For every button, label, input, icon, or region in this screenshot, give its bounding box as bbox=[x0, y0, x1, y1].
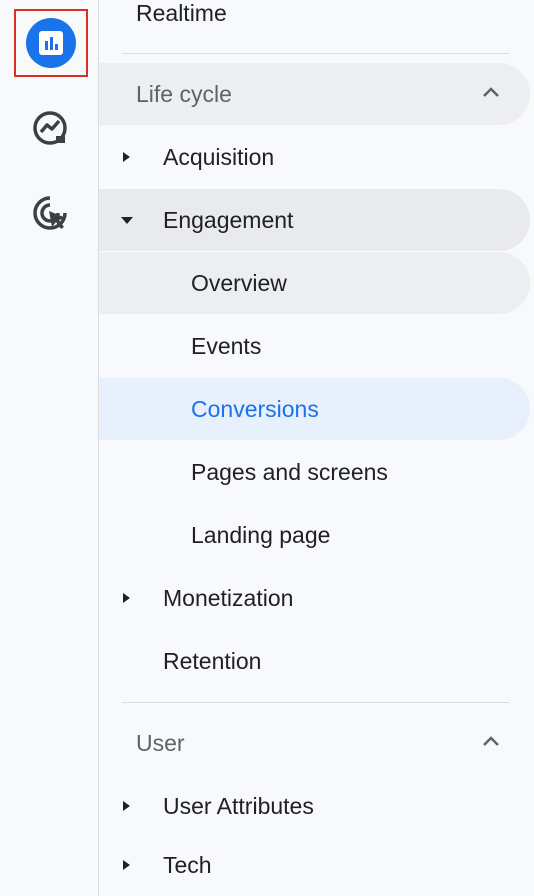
advertising-rail-button[interactable] bbox=[15, 182, 85, 244]
pages-and-screens-label: Pages and screens bbox=[191, 458, 388, 485]
divider bbox=[122, 53, 509, 54]
section-life-cycle[interactable]: Life cycle bbox=[99, 63, 530, 125]
monetization-label: Monetization bbox=[163, 584, 294, 611]
retention-label: Retention bbox=[163, 647, 262, 674]
caret-right-icon bbox=[123, 801, 130, 811]
nav-item-engagement[interactable]: Engagement bbox=[99, 189, 530, 251]
user-title: User bbox=[136, 729, 185, 756]
caret-right-icon bbox=[123, 593, 130, 603]
conversions-label: Conversions bbox=[191, 395, 319, 422]
nav-item-overview[interactable]: Overview bbox=[99, 252, 530, 314]
realtime-label: Realtime bbox=[136, 0, 227, 26]
caret-right-icon bbox=[123, 860, 130, 870]
left-icon-rail bbox=[0, 0, 99, 896]
divider bbox=[122, 702, 509, 703]
explore-icon bbox=[33, 111, 67, 145]
explore-rail-button[interactable] bbox=[15, 97, 85, 159]
user-attributes-label: User Attributes bbox=[163, 792, 314, 819]
reports-icon bbox=[39, 31, 63, 55]
overview-label: Overview bbox=[191, 269, 287, 296]
advertising-icon bbox=[33, 196, 67, 230]
reports-icon-circle bbox=[26, 18, 76, 68]
caret-down-icon bbox=[121, 216, 133, 224]
engagement-label: Engagement bbox=[163, 206, 294, 233]
acquisition-label: Acquisition bbox=[163, 143, 275, 170]
caret-right-icon bbox=[123, 152, 130, 162]
chevron-up-icon bbox=[483, 87, 499, 97]
landing-page-label: Landing page bbox=[191, 521, 331, 548]
life-cycle-title: Life cycle bbox=[136, 80, 232, 107]
events-label: Events bbox=[191, 332, 262, 359]
nav-item-conversions[interactable]: Conversions bbox=[99, 378, 530, 440]
reports-navigation: Realtime Life cycle Acquisition Engageme… bbox=[99, 0, 534, 896]
reports-rail-button[interactable] bbox=[14, 9, 88, 77]
tech-label: Tech bbox=[163, 851, 212, 878]
chevron-up-icon bbox=[483, 736, 499, 746]
section-user[interactable]: User bbox=[99, 712, 530, 774]
